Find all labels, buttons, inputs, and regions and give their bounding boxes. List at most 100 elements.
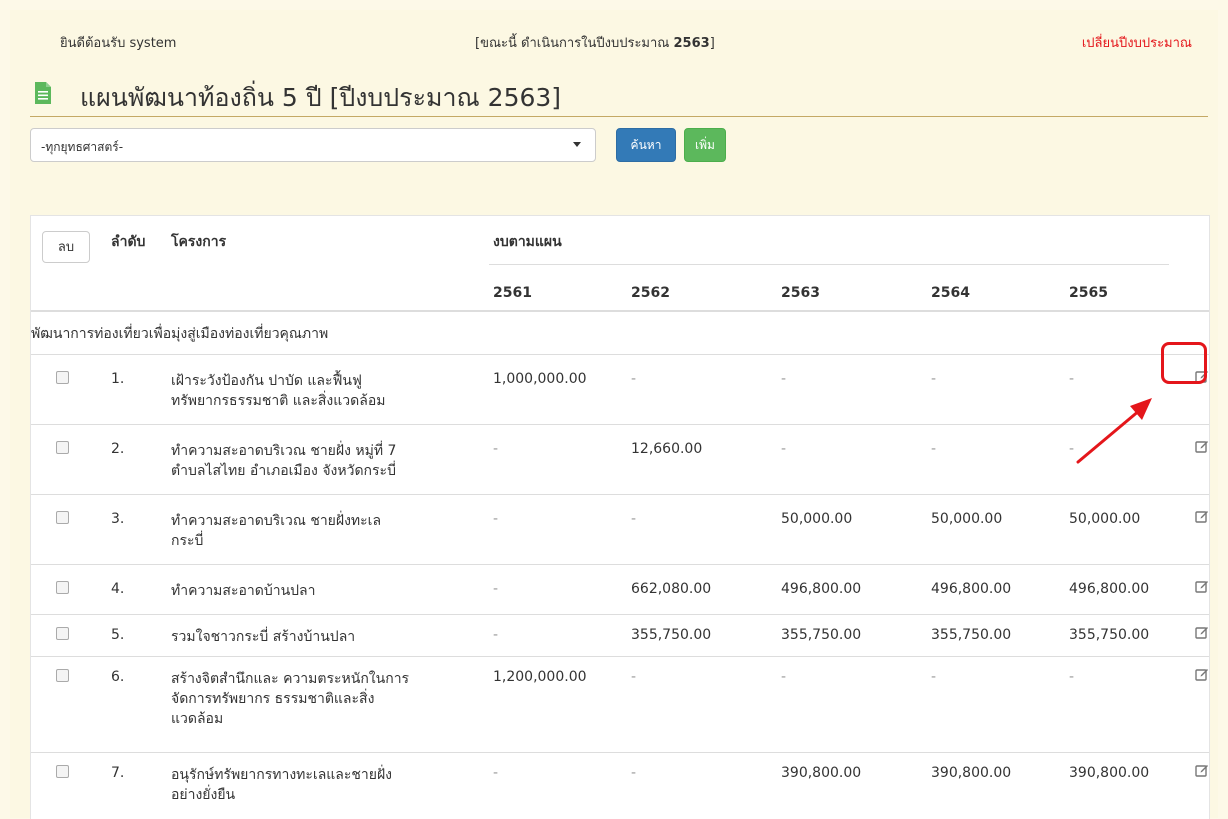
col-header-year: 2565 — [1069, 285, 1108, 301]
project-name-line: กระบี่ — [171, 533, 204, 549]
budget-cell: 390,800.00 — [931, 765, 1012, 781]
change-budget-year-link[interactable]: เปลี่ยนปีงบประมาณ — [1082, 32, 1192, 53]
row-checkbox[interactable] — [56, 441, 69, 454]
budget-cell: 1,000,000.00 — [493, 371, 587, 387]
row-checkbox[interactable] — [56, 511, 69, 524]
row-number: 6. — [111, 669, 125, 685]
budget-cell: - — [493, 581, 499, 597]
project-name: สร้างจิตสำนึกและ ความตระหนักในการจัดการท… — [171, 669, 471, 729]
table-row: 5. รวมใจชาวกระบี่ สร้างบ้านปลา - 355,750… — [31, 614, 1209, 657]
budget-cell: - — [493, 511, 499, 527]
row-checkbox[interactable] — [56, 627, 69, 640]
project-name-line: ทรัพยากรธรรมชาติ และสิ่งแวดล้อม — [171, 393, 386, 409]
edit-icon[interactable] — [1195, 625, 1209, 639]
row-checkbox[interactable] — [56, 765, 69, 778]
strategy-select-value: -ทุกยุทธศาสตร์- — [41, 140, 124, 154]
row-checkbox[interactable] — [56, 669, 69, 682]
budget-cell: - — [631, 511, 637, 527]
budget-cell: 355,750.00 — [1069, 627, 1150, 643]
budget-cell: - — [781, 441, 787, 457]
table-row: 1. เฝ้าระวังป้องกัน ปาบัด และฟื้นฟู ทรัพย… — [31, 354, 1209, 425]
row-checkbox[interactable] — [56, 371, 69, 384]
table-row: 3. ทำความสะอาดบริเวณ ชายฝั่งทะเล กระบี่ -… — [31, 494, 1209, 565]
top-bar: ยินดีต้อนรับ system [ขณะนี้ ดำเนินการในป… — [30, 24, 1208, 58]
project-name-line: อนุรักษ์ทรัพยากรทางทะเลและชายฝั่ง — [171, 767, 393, 783]
project-name: ทำความสะอาดบริเวณ ชายฝั่งทะเล กระบี่ — [171, 511, 471, 551]
project-name: ทำความสะอาดบริเวณ ชายฝั่ง หมู่ที่ 7 ตำบลไ… — [171, 441, 471, 481]
budget-cell: 496,800.00 — [931, 581, 1012, 597]
project-name-line: อย่างยั่งยืน — [171, 787, 236, 803]
project-name-line: จัดการทรัพยากร ธรรมชาติและสิ่ง — [171, 691, 375, 707]
project-name-line: ตำบลไสไทย อำเภอเมือง จังหวัดกระบี่ — [171, 463, 396, 479]
budget-cell: 355,750.00 — [781, 627, 862, 643]
budget-cell: - — [631, 765, 637, 781]
col-header-year: 2562 — [631, 285, 670, 301]
status-year: 2563 — [673, 36, 710, 51]
project-name-line: แวดล้อม — [171, 711, 224, 727]
project-name-line: ทำความสะอาดบ้านปลา — [171, 583, 316, 599]
edit-icon[interactable] — [1195, 509, 1209, 523]
status-suffix: ] — [709, 36, 715, 51]
col-header-budget: งบตามแผน — [493, 234, 562, 250]
row-number: 7. — [111, 765, 125, 781]
budget-cell: - — [493, 441, 499, 457]
plan-table: ลบ ลำดับ โครงการ งบตามแผน 2561 2562 2563… — [30, 215, 1210, 819]
page-header: แผนพัฒนาท้องถิ่น 5 ปี [ปีงบประมาณ 2563] — [30, 78, 1208, 117]
col-header-year: 2561 — [493, 285, 532, 301]
budget-cell: - — [493, 765, 499, 781]
project-name-line: สร้างจิตสำนึกและ ความตระหนักในการ — [171, 671, 410, 687]
project-name: เฝ้าระวังป้องกัน ปาบัด และฟื้นฟู ทรัพยากร… — [171, 371, 471, 411]
project-name-line: รวมใจชาวกระบี่ สร้างบ้านปลา — [171, 629, 356, 645]
table-row: 7. อนุรักษ์ทรัพยากรทางทะเลและชายฝั่งอย่า… — [31, 752, 1209, 819]
budget-cell: 390,800.00 — [1069, 765, 1150, 781]
edit-icon[interactable] — [1195, 579, 1209, 593]
document-icon — [35, 82, 51, 104]
pointer-arrow — [1076, 398, 1152, 464]
budget-year-status: [ขณะนี้ ดำเนินการในปีงบประมาณ 2563] — [475, 32, 715, 53]
delete-button[interactable]: ลบ — [42, 231, 90, 263]
col-header-order: ลำดับ — [111, 234, 146, 250]
budget-cell: 50,000.00 — [781, 511, 853, 527]
row-checkbox[interactable] — [56, 581, 69, 594]
budget-cell: 496,800.00 — [1069, 581, 1150, 597]
strategy-group-label: พัฒนาการท่องเที่ยวเพื่อมุ่งสู่เมืองท่องเ… — [31, 326, 329, 342]
row-number: 5. — [111, 627, 125, 643]
table-row: 2. ทำความสะอาดบริเวณ ชายฝั่ง หมู่ที่ 7 ตำ… — [31, 424, 1209, 495]
row-number: 2. — [111, 441, 125, 457]
budget-cell: - — [931, 669, 937, 685]
header-bottom-border — [31, 310, 1209, 312]
budget-cell: 355,750.00 — [631, 627, 712, 643]
search-button[interactable]: ค้นหา — [616, 128, 676, 162]
project-name: อนุรักษ์ทรัพยากรทางทะเลและชายฝั่งอย่างยั… — [171, 765, 471, 805]
page-title: แผนพัฒนาท้องถิ่น 5 ปี [ปีงบประมาณ 2563] — [80, 83, 562, 112]
edit-icon[interactable] — [1195, 667, 1209, 681]
status-prefix: [ขณะนี้ ดำเนินการในปีงบประมาณ — [475, 36, 674, 51]
row-number: 1. — [111, 371, 125, 387]
table-row: 4. ทำความสะอาดบ้านปลา - 662,080.00 496,8… — [31, 564, 1209, 615]
col-header-project: โครงการ — [171, 234, 227, 250]
add-button[interactable]: เพิ่ม — [684, 128, 726, 162]
strategy-select[interactable]: -ทุกยุทธศาสตร์- — [30, 128, 596, 162]
table-row: 6. สร้างจิตสำนึกและ ความตระหนักในการจัดก… — [31, 656, 1209, 753]
budget-cell: 390,800.00 — [781, 765, 862, 781]
edit-icon[interactable] — [1195, 763, 1209, 777]
project-name: ทำความสะอาดบ้านปลา — [171, 581, 471, 601]
budget-cell: 496,800.00 — [781, 581, 862, 597]
budget-cell: - — [781, 669, 787, 685]
edit-highlight-box — [1161, 342, 1207, 384]
welcome-text: ยินดีต้อนรับ system — [60, 36, 177, 51]
row-number: 3. — [111, 511, 125, 527]
budget-cell: 50,000.00 — [1069, 511, 1141, 527]
col-header-year: 2564 — [931, 285, 970, 301]
edit-icon[interactable] — [1195, 439, 1209, 453]
budget-cell: - — [493, 627, 499, 643]
project-name-line: ทำความสะอาดบริเวณ ชายฝั่ง หมู่ที่ 7 — [171, 443, 397, 459]
project-name: รวมใจชาวกระบี่ สร้างบ้านปลา — [171, 627, 471, 647]
budget-cell: 1,200,000.00 — [493, 669, 587, 685]
budget-cell: 50,000.00 — [931, 511, 1003, 527]
budget-cell: - — [781, 371, 787, 387]
row-number: 4. — [111, 581, 125, 597]
header-divider — [489, 264, 1169, 265]
col-header-year: 2563 — [781, 285, 820, 301]
budget-cell: - — [631, 669, 637, 685]
